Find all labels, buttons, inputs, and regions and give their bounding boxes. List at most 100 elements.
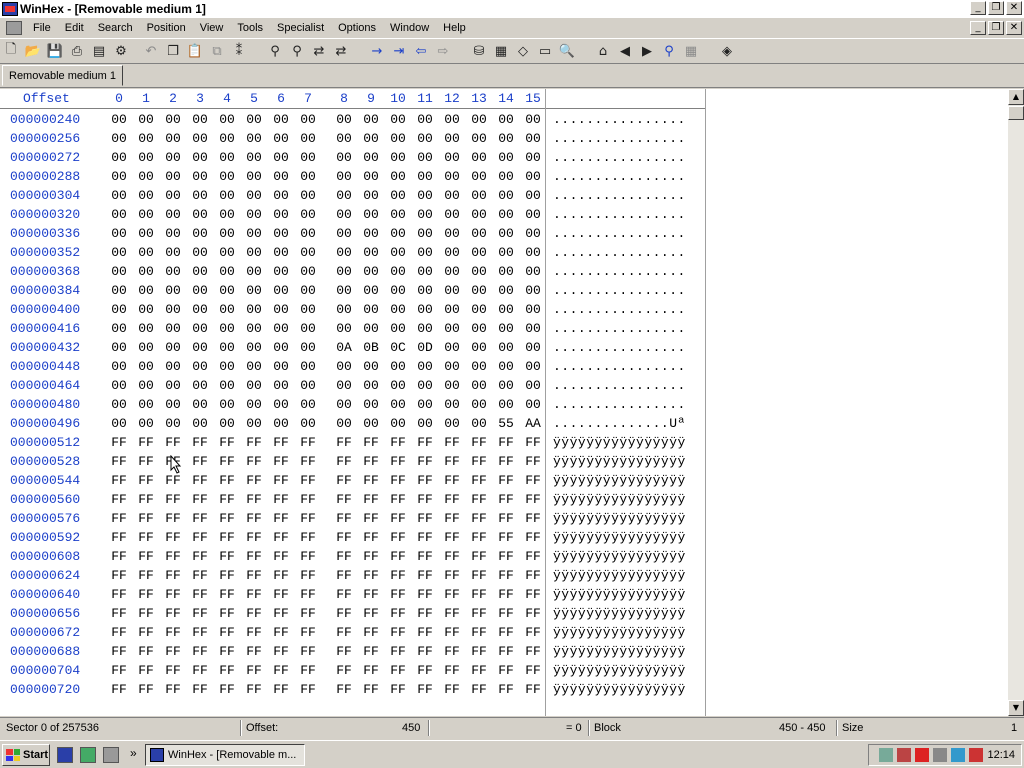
hex-byte[interactable]: FF xyxy=(334,587,354,602)
hex-byte[interactable]: FF xyxy=(415,473,435,488)
ascii-text[interactable]: ................ xyxy=(553,283,686,298)
hex-byte[interactable]: 00 xyxy=(388,302,408,317)
hex-byte[interactable]: 00 xyxy=(334,359,354,374)
hex-byte[interactable]: 00 xyxy=(334,378,354,393)
hex-byte[interactable]: 00 xyxy=(109,226,129,241)
menu-help[interactable]: Help xyxy=(436,22,473,34)
hex-byte[interactable]: 0B xyxy=(361,340,381,355)
row-offset[interactable]: 000000480 xyxy=(10,397,80,412)
hex-byte[interactable]: 00 xyxy=(334,397,354,412)
hex-byte[interactable]: 00 xyxy=(361,131,381,146)
row-offset[interactable]: 000000544 xyxy=(10,473,80,488)
hex-byte[interactable]: FF xyxy=(271,454,291,469)
hex-byte[interactable]: FF xyxy=(163,606,183,621)
hex-byte[interactable]: FF xyxy=(388,511,408,526)
hex-byte[interactable]: 00 xyxy=(415,283,435,298)
row-offset[interactable]: 000000704 xyxy=(10,663,80,678)
vertical-scrollbar[interactable]: ▲ ▼ xyxy=(1008,89,1024,716)
hex-byte[interactable]: 00 xyxy=(109,416,129,431)
hex-byte[interactable]: 00 xyxy=(469,302,489,317)
hex-byte[interactable]: FF xyxy=(163,644,183,659)
hex-byte[interactable]: FF xyxy=(244,454,264,469)
hex-byte[interactable]: FF xyxy=(298,663,318,678)
quicklaunch-more-icon[interactable]: » xyxy=(130,746,137,760)
hex-byte[interactable]: 0D xyxy=(415,340,435,355)
hex-byte[interactable]: 00 xyxy=(388,416,408,431)
hex-byte[interactable]: FF xyxy=(334,473,354,488)
hex-byte[interactable]: FF xyxy=(217,511,237,526)
hex-byte[interactable]: FF xyxy=(136,511,156,526)
hex-byte[interactable]: FF xyxy=(217,606,237,621)
hex-byte[interactable]: 00 xyxy=(244,131,264,146)
hex-byte[interactable]: FF xyxy=(415,511,435,526)
hex-byte[interactable]: FF xyxy=(190,435,210,450)
hex-byte[interactable]: 00 xyxy=(415,359,435,374)
hex-byte[interactable]: 00 xyxy=(109,245,129,260)
close-button[interactable]: ✕ xyxy=(1006,1,1022,15)
hex-byte[interactable]: FF xyxy=(136,587,156,602)
hex-byte[interactable]: 00 xyxy=(217,207,237,222)
hex-byte[interactable]: 00 xyxy=(361,188,381,203)
zoom-icon[interactable]: 🔍 xyxy=(556,40,578,62)
hex-byte[interactable]: FF xyxy=(523,682,543,697)
hex-byte[interactable]: 00 xyxy=(109,131,129,146)
hex-byte[interactable]: 00 xyxy=(136,378,156,393)
row-offset[interactable]: 000000352 xyxy=(10,245,80,260)
hex-byte[interactable]: 00 xyxy=(136,169,156,184)
hex-byte[interactable]: 00 xyxy=(190,150,210,165)
hex-byte[interactable]: 00 xyxy=(271,378,291,393)
hex-byte[interactable]: FF xyxy=(523,549,543,564)
hex-byte[interactable]: 00 xyxy=(217,169,237,184)
hex-byte[interactable]: 00 xyxy=(244,340,264,355)
hex-byte[interactable]: 00 xyxy=(217,131,237,146)
hex-byte[interactable]: 00 xyxy=(523,245,543,260)
ascii-text[interactable]: ................ xyxy=(553,378,686,393)
hex-byte[interactable]: FF xyxy=(136,473,156,488)
hex-byte[interactable]: 00 xyxy=(442,131,462,146)
hex-byte[interactable]: 00 xyxy=(496,169,516,184)
hex-byte[interactable]: FF xyxy=(190,511,210,526)
hex-byte[interactable]: 00 xyxy=(298,264,318,279)
hex-byte[interactable]: 00 xyxy=(496,226,516,241)
hex-byte[interactable]: 00 xyxy=(244,169,264,184)
hex-byte[interactable]: 00 xyxy=(523,321,543,336)
hex-byte[interactable]: FF xyxy=(469,682,489,697)
hex-byte[interactable]: 00 xyxy=(415,245,435,260)
hex-byte[interactable]: 00 xyxy=(298,321,318,336)
hex-byte[interactable]: FF xyxy=(271,625,291,640)
hex-byte[interactable]: FF xyxy=(163,473,183,488)
hex-byte[interactable]: 0A xyxy=(334,340,354,355)
scroll-thumb[interactable] xyxy=(1008,106,1024,120)
forward-icon[interactable]: ⇨ xyxy=(432,40,454,62)
hex-byte[interactable]: FF xyxy=(361,492,381,507)
hex-byte[interactable]: FF xyxy=(136,435,156,450)
hex-byte[interactable]: 00 xyxy=(523,378,543,393)
hex-byte[interactable]: 00 xyxy=(523,302,543,317)
hex-byte[interactable]: 00 xyxy=(388,245,408,260)
hex-byte[interactable]: FF xyxy=(523,530,543,545)
hex-byte[interactable]: FF xyxy=(388,492,408,507)
hex-byte[interactable]: FF xyxy=(469,625,489,640)
hex-byte[interactable]: FF xyxy=(298,568,318,583)
hex-byte[interactable]: FF xyxy=(496,454,516,469)
ascii-text[interactable]: ÿÿÿÿÿÿÿÿÿÿÿÿÿÿÿÿ xyxy=(553,511,686,526)
hex-byte[interactable]: 00 xyxy=(163,283,183,298)
row-offset[interactable]: 000000336 xyxy=(10,226,80,241)
hex-byte[interactable]: 00 xyxy=(163,245,183,260)
ascii-text[interactable]: ÿÿÿÿÿÿÿÿÿÿÿÿÿÿÿÿ xyxy=(553,644,686,659)
row-offset[interactable]: 000000496 xyxy=(10,416,80,431)
hex-byte[interactable]: FF xyxy=(244,644,264,659)
hex-byte[interactable]: FF xyxy=(469,473,489,488)
hex-byte[interactable]: 00 xyxy=(496,397,516,412)
hex-byte[interactable]: 00 xyxy=(190,188,210,203)
hex-byte[interactable]: 00 xyxy=(298,378,318,393)
scroll-up-button[interactable]: ▲ xyxy=(1008,89,1024,105)
hex-byte[interactable]: 00 xyxy=(136,302,156,317)
goto-offset-icon[interactable]: → xyxy=(366,40,388,62)
hex-byte[interactable]: 00 xyxy=(496,188,516,203)
hex-byte[interactable]: FF xyxy=(415,644,435,659)
hex-byte[interactable]: 00 xyxy=(244,245,264,260)
hex-byte[interactable]: FF xyxy=(442,568,462,583)
hex-byte[interactable]: FF xyxy=(163,663,183,678)
ascii-text[interactable]: ................ xyxy=(553,321,686,336)
